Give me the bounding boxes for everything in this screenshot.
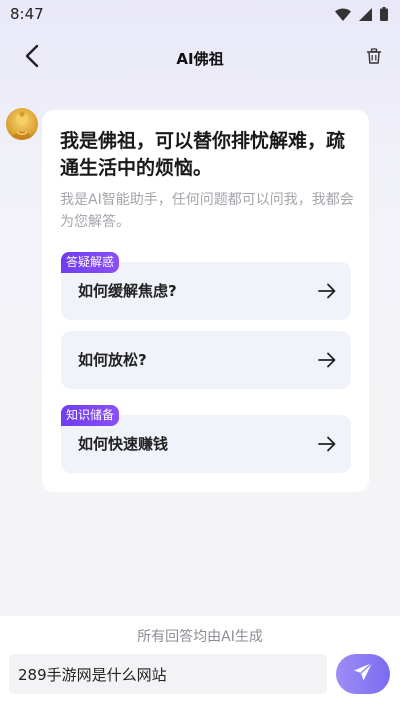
battery-icon (380, 7, 388, 21)
suggested-question[interactable]: 如何缓解焦虑? 答疑解惑 (61, 252, 351, 320)
status-time: 8:47 (10, 5, 44, 23)
arrow-right-icon (318, 435, 336, 453)
category-tag: 知识储备 (61, 405, 120, 426)
status-icons (335, 7, 388, 21)
buddha-avatar (6, 108, 38, 140)
page-title: AI佛祖 (176, 49, 224, 68)
greeting-card: 我是佛祖，可以替你排忧解难，疏通生活中的烦恼。 我是AI智能助手，任何问题都可以… (42, 110, 369, 492)
paper-plane-icon (352, 661, 374, 687)
arrow-right-icon (318, 282, 336, 300)
header: AI佛祖 (0, 34, 400, 82)
back-button[interactable] (18, 44, 46, 72)
greeting-title: 我是佛祖，可以替你排忧解难，疏通生活中的烦恼。 (60, 130, 346, 179)
clear-history-button[interactable] (364, 48, 384, 68)
signal-icon (359, 7, 372, 21)
wifi-icon (335, 7, 351, 21)
greeting-subtitle: 我是AI智能助手，任何问题都可以问我，我都会为您解答。 (60, 192, 354, 230)
arrow-right-icon (318, 351, 336, 369)
ai-disclaimer: 所有回答均由AI生成 (137, 629, 263, 645)
send-button[interactable] (336, 654, 390, 694)
trash-icon (366, 48, 382, 68)
footer: 所有回答均由AI生成 (0, 616, 400, 711)
suggested-question[interactable]: 如何放松? (61, 331, 351, 389)
status-bar: 8:47 (0, 0, 400, 28)
question-text: 如何放松? (78, 351, 147, 369)
message-input[interactable] (9, 654, 327, 694)
chevron-left-icon (25, 44, 39, 72)
suggested-question[interactable]: 如何快速赚钱 知识储备 (61, 405, 351, 473)
category-tag: 答疑解惑 (61, 252, 120, 273)
